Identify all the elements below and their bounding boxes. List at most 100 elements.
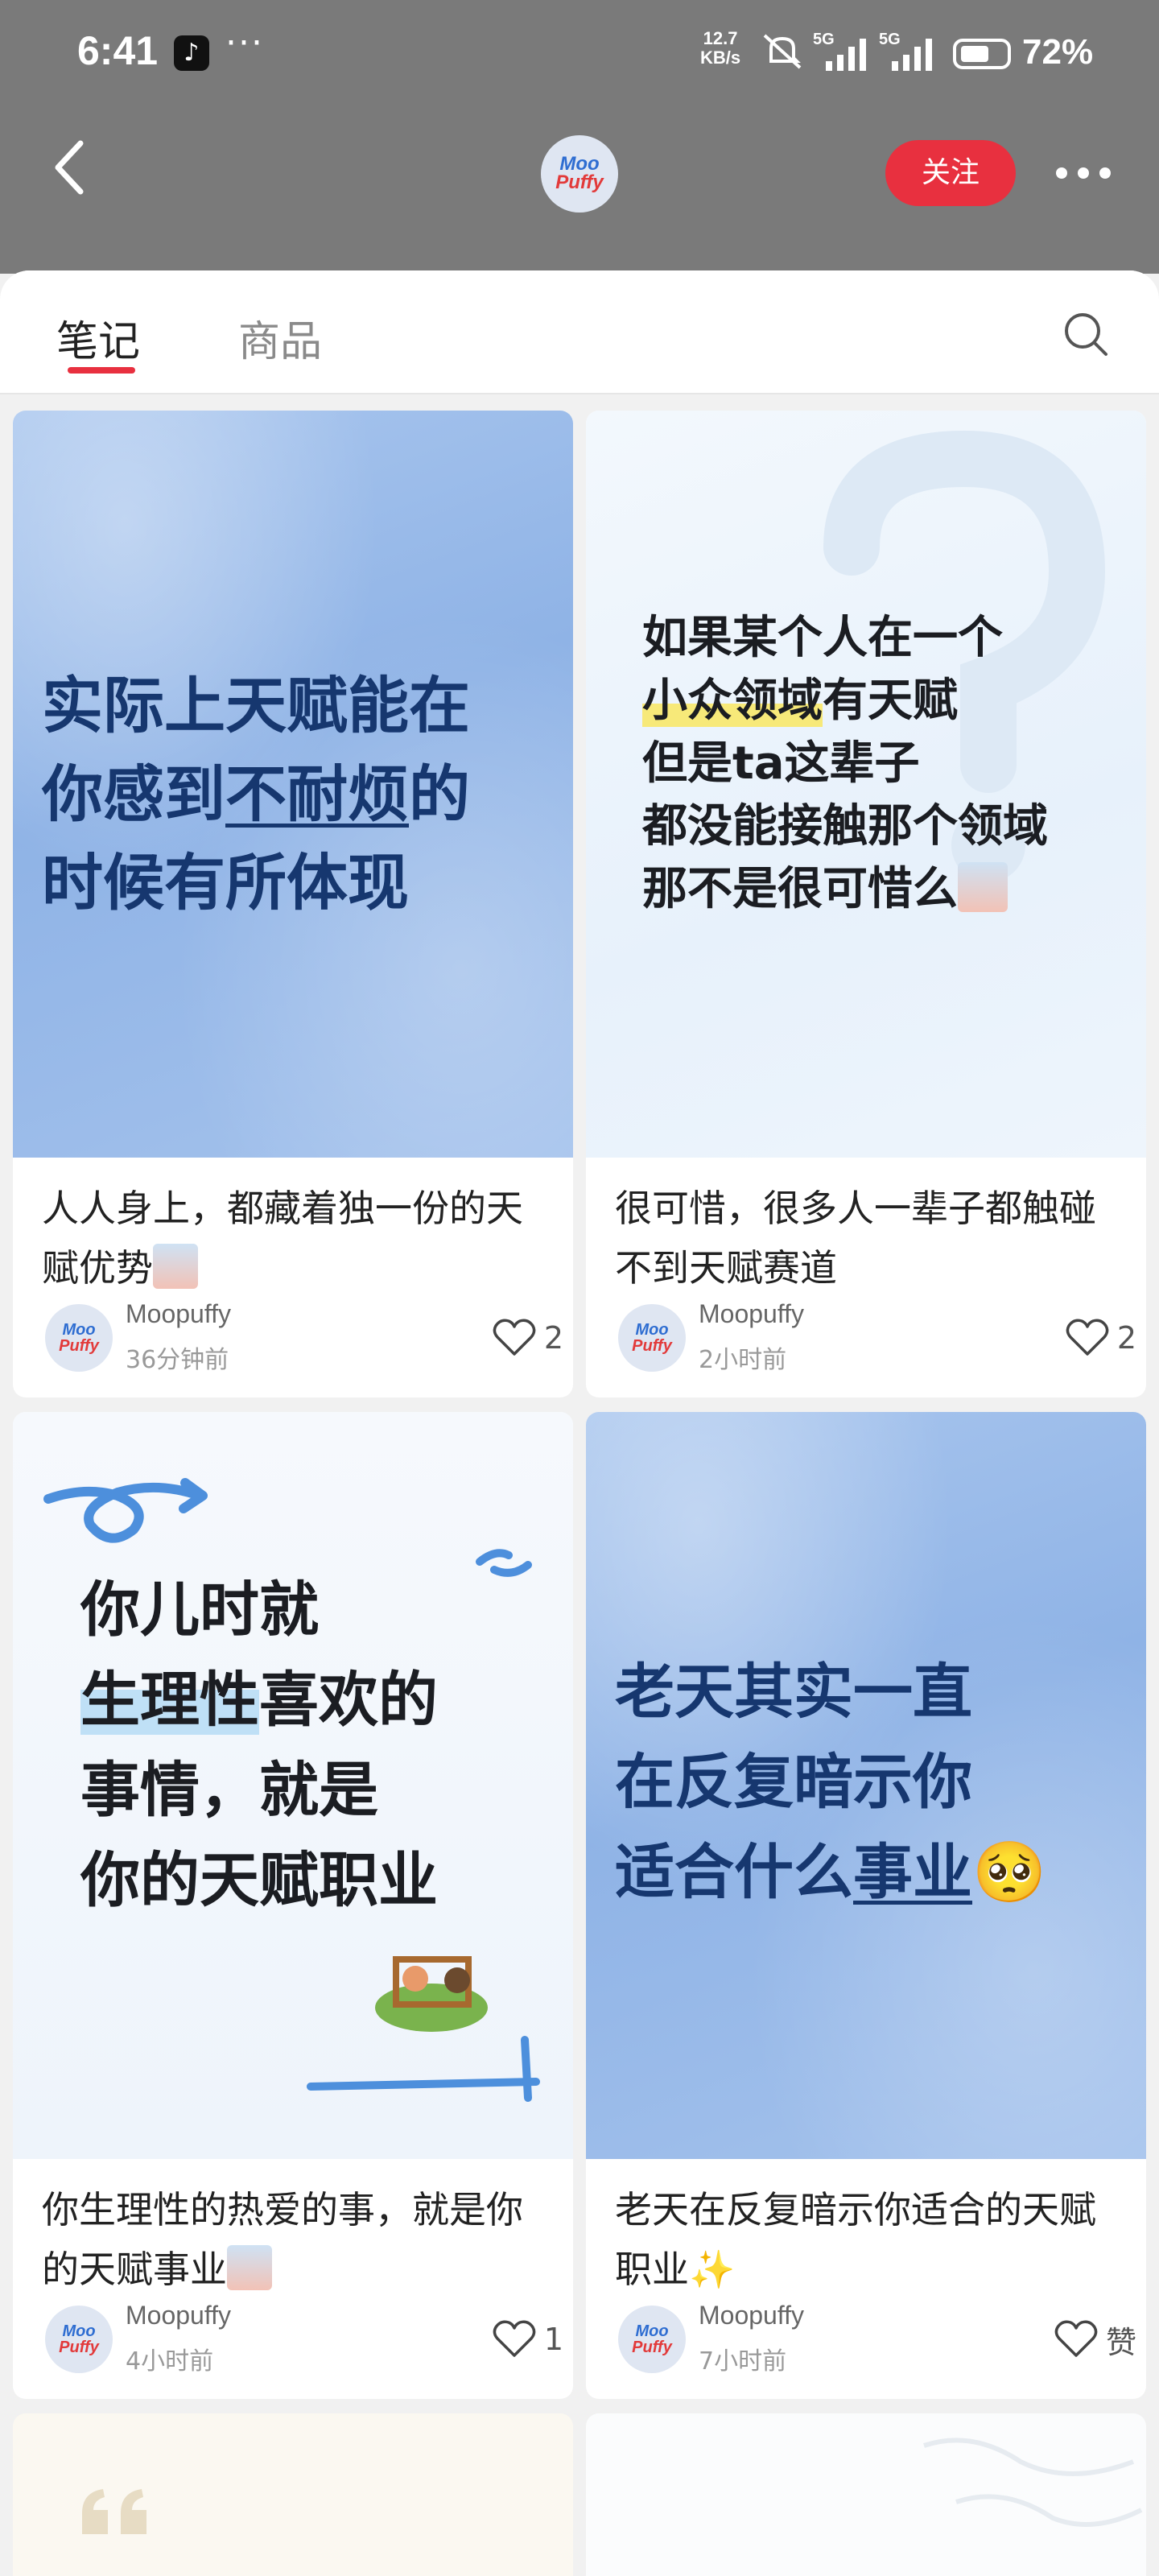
cover-line: 事情，就是 xyxy=(80,1756,378,1825)
cover-segment: 你感到 xyxy=(42,758,225,830)
cover-line: 老天其实一直 xyxy=(615,1657,972,1727)
signal-1: 5G xyxy=(813,31,871,72)
cover-line: 你的天赋职业 xyxy=(80,1846,438,1915)
note-cover-image: 实际上天赋能在 你感到不耐烦的 时候有所体现 xyxy=(13,411,573,1158)
author-avatar[interactable]: Moo Puffy xyxy=(618,1304,686,1372)
cover-line: 你儿时就 xyxy=(80,1575,319,1645)
logo-text-puffy: Puffy xyxy=(59,2339,99,2356)
post-time: 7小时前 xyxy=(699,2347,787,2376)
logo-text-puffy: Puffy xyxy=(632,1337,672,1355)
note-card[interactable] xyxy=(13,2413,573,2576)
cover-segment-highlighted: 小众领域 xyxy=(642,675,823,727)
cover-line: 你感到不耐烦的 xyxy=(42,750,470,839)
author-name[interactable]: Moopuffy xyxy=(699,1299,804,1329)
author-avatar[interactable]: Moo Puffy xyxy=(45,2306,113,2373)
signal-2: 5G xyxy=(879,31,937,72)
note-cover-image: 老天其实一直 在反复暗示你 适合什么事业🥺 xyxy=(586,1412,1146,2159)
signal-bars-icon xyxy=(826,39,866,71)
note-title: 老天在反复暗示你适合的天赋职业✨ xyxy=(615,2188,1096,2291)
battery-percent: 72% xyxy=(1022,32,1094,72)
more-notifications-icon: ··· xyxy=(225,23,264,64)
cover-line: 时候有所体现 xyxy=(42,847,409,919)
network-speed: 12.7 KB/s xyxy=(700,29,740,68)
more-options-button[interactable] xyxy=(1051,158,1116,190)
like-count: 2 xyxy=(543,1320,563,1356)
tab-notes[interactable]: 笔记 xyxy=(56,308,140,368)
note-card[interactable]: 你儿时就 生理性喜欢的 事情，就是 你的天赋职业 你生理性的热爱的事，就是你的天… xyxy=(13,1412,573,2399)
cover-line: 如果某个人在一个 xyxy=(642,612,1003,664)
note-title: 人人身上，都藏着独一份的天赋优势 xyxy=(42,1179,557,1298)
bridge-emoji-icon xyxy=(227,2245,272,2290)
note-title: 很可惜，很多人一辈子都触碰不到天赋赛道 xyxy=(615,1187,1096,1290)
logo-text-puffy: Puffy xyxy=(632,2339,672,2356)
search-icon[interactable] xyxy=(1061,309,1111,359)
status-bar: 6:41 ♪ ··· 12.7 KB/s 5G 5G 72% xyxy=(0,0,1159,109)
note-card[interactable] xyxy=(586,2413,1146,2576)
tab-bar: 笔记 商品 xyxy=(0,270,1159,394)
cover-segment: 的 xyxy=(409,758,470,830)
profile-avatar[interactable]: Moo Puffy xyxy=(541,135,618,213)
more-dot xyxy=(1078,167,1089,179)
note-meta: Moo Puffy Moopuffy 7小时前 赞 xyxy=(605,2301,1136,2378)
like-button[interactable]: 赞 xyxy=(1054,2317,1136,2362)
quote-mark-icon xyxy=(82,2489,146,2534)
cover-segment-underlined: 不耐烦 xyxy=(225,758,409,830)
heart-outline-icon xyxy=(1054,2320,1098,2357)
like-button[interactable]: 2 xyxy=(493,1315,563,1360)
author-name[interactable]: Moopuffy xyxy=(126,1299,231,1329)
post-time: 4小时前 xyxy=(126,2347,214,2376)
logo-text-moo: Moo xyxy=(62,1321,96,1339)
cover-segment: 适合什么 xyxy=(615,1838,853,1907)
logo-text-puffy: Puffy xyxy=(555,171,604,193)
heart-outline-icon xyxy=(1066,1319,1109,1356)
cover-segment-underlined: 事业 xyxy=(853,1838,972,1907)
cover-text: 实际上天赋能在 你感到不耐烦的 时候有所体现 xyxy=(42,662,470,927)
note-meta: Moo Puffy Moopuffy 4小时前 1 xyxy=(32,2301,563,2378)
note-title-text: 人人身上，都藏着独一份的天赋优势 xyxy=(42,1187,523,1290)
cover-line: 适合什么事业🥺 xyxy=(615,1827,1046,1918)
author-avatar[interactable]: Moo Puffy xyxy=(618,2306,686,2373)
cover-text: 你儿时就 生理性喜欢的 事情，就是 你的天赋职业 xyxy=(80,1565,438,1926)
author-avatar[interactable]: Moo Puffy xyxy=(45,1304,113,1372)
note-cover-image: 如果某个人在一个 小众领域有天赋 但是ta这辈子 都没能接触那个领域 那不是很可… xyxy=(586,411,1146,1158)
back-button[interactable] xyxy=(45,135,93,200)
post-time: 2小时前 xyxy=(699,1346,787,1374)
more-dot xyxy=(1056,167,1067,179)
pleading-face-emoji-icon: 🥺 xyxy=(972,1838,1047,1907)
tiktok-notification-icon: ♪ xyxy=(174,35,209,71)
cover-line: 都没能接触那个领域 xyxy=(642,800,1048,852)
map-decoration xyxy=(923,2438,1143,2527)
crying-emoji-icon xyxy=(958,862,1008,912)
like-button[interactable]: 2 xyxy=(1066,1315,1136,1360)
cover-line: 那不是很可惜么 xyxy=(642,858,1048,921)
top-bar: 6:41 ♪ ··· 12.7 KB/s 5G 5G 72% Moo Puffy… xyxy=(0,0,1159,274)
status-time: 6:41 xyxy=(77,28,159,73)
cover-segment-highlighted: 生理性 xyxy=(80,1666,259,1735)
heart-outline-icon xyxy=(493,2320,536,2357)
logo-text-moo: Moo xyxy=(62,2322,96,2340)
notes-sheet: 笔记 商品 实际上天赋能在 你感到不耐烦的 时候有所体现 人人身上，都藏着独一份… xyxy=(0,270,1159,2576)
like-button[interactable]: 1 xyxy=(493,2317,563,2362)
follow-button[interactable]: 关注 xyxy=(885,140,1016,206)
author-name[interactable]: Moopuffy xyxy=(699,2301,804,2330)
cover-line: 但是ta这辈子 xyxy=(642,737,920,790)
like-count: 1 xyxy=(543,2322,563,2357)
cover-line: 在反复暗示你 xyxy=(615,1748,972,1817)
logo-text-moo: Moo xyxy=(559,153,600,175)
network-speed-value: 12.7 xyxy=(703,28,738,48)
note-card[interactable]: 如果某个人在一个 小众领域有天赋 但是ta这辈子 都没能接触那个领域 那不是很可… xyxy=(586,411,1146,1397)
battery-icon xyxy=(953,39,1011,69)
note-card[interactable]: 老天其实一直 在反复暗示你 适合什么事业🥺 老天在反复暗示你适合的天赋职业✨ M… xyxy=(586,1412,1146,2399)
post-time: 36分钟前 xyxy=(126,1346,229,1374)
author-name[interactable]: Moopuffy xyxy=(126,2301,231,2330)
mute-icon xyxy=(763,34,802,69)
tab-products[interactable]: 商品 xyxy=(238,308,322,368)
signal-bars-icon xyxy=(892,39,932,71)
logo-text-moo: Moo xyxy=(635,1321,669,1339)
cover-line: 生理性喜欢的 xyxy=(80,1655,438,1745)
cover-segment: 有天赋 xyxy=(823,675,958,727)
network-speed-unit: KB/s xyxy=(700,47,741,68)
cover-segment: 那不是很可惜么 xyxy=(642,863,958,915)
note-meta: Moo Puffy Moopuffy 36分钟前 2 xyxy=(32,1299,563,1377)
note-card[interactable]: 实际上天赋能在 你感到不耐烦的 时候有所体现 人人身上，都藏着独一份的天赋优势 … xyxy=(13,411,573,1397)
